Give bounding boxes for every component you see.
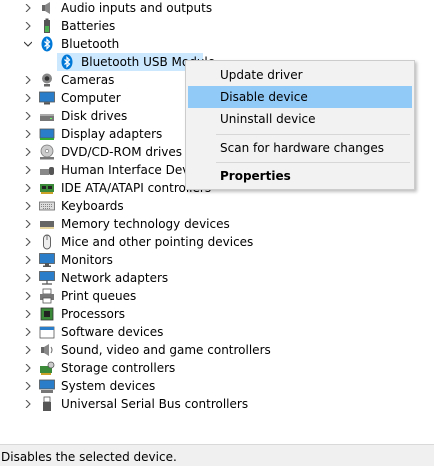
bluetooth-icon bbox=[39, 36, 55, 52]
tree-item-sound-controllers[interactable]: Sound, video and game controllers bbox=[0, 341, 434, 359]
chevron-right-icon[interactable] bbox=[22, 197, 34, 215]
tree-item-keyboards[interactable]: Keyboards bbox=[0, 197, 434, 215]
camera-icon bbox=[39, 72, 55, 88]
tree-item-audio[interactable]: Audio inputs and outputs bbox=[0, 0, 434, 17]
tree-item-label: Memory technology devices bbox=[61, 217, 230, 231]
tree-item-storage-controllers[interactable]: Storage controllers bbox=[0, 359, 434, 377]
context-menu: Update driver Disable device Uninstall d… bbox=[185, 60, 415, 190]
chevron-right-icon[interactable] bbox=[22, 233, 34, 251]
speaker-icon bbox=[39, 0, 55, 16]
software-device-icon bbox=[39, 324, 55, 340]
tree-item-label: Storage controllers bbox=[61, 361, 176, 375]
hid-icon bbox=[39, 162, 55, 178]
tree-item-memory-devices[interactable]: Memory technology devices bbox=[0, 215, 434, 233]
tree-item-label: Software devices bbox=[61, 325, 164, 339]
storage-controller-icon bbox=[39, 360, 55, 376]
chevron-down-icon[interactable] bbox=[22, 35, 34, 53]
tree-item-bluetooth[interactable]: Bluetooth bbox=[0, 35, 434, 53]
tree-item-label: Sound, video and game controllers bbox=[61, 343, 271, 357]
chevron-right-icon[interactable] bbox=[22, 71, 34, 89]
tree-item-label: Audio inputs and outputs bbox=[61, 1, 213, 15]
tree-item-label: Bluetooth bbox=[61, 37, 120, 51]
network-adapter-icon bbox=[39, 270, 55, 286]
tree-item-label: Display adapters bbox=[61, 127, 163, 141]
chevron-right-icon[interactable] bbox=[22, 179, 34, 197]
device-manager-window: Audio inputs and outputs Batteries Bluet… bbox=[0, 0, 434, 466]
status-bar: Disables the selected device. bbox=[0, 444, 434, 466]
chevron-right-icon[interactable] bbox=[22, 305, 34, 323]
bluetooth-icon bbox=[59, 54, 75, 70]
menu-item-update-driver[interactable]: Update driver bbox=[188, 64, 412, 86]
menu-item-disable-device[interactable]: Disable device bbox=[188, 86, 412, 108]
menu-separator bbox=[216, 134, 410, 135]
tree-item-label: Network adapters bbox=[61, 271, 169, 285]
chevron-right-icon[interactable] bbox=[22, 215, 34, 233]
display-adapter-icon bbox=[39, 126, 55, 142]
system-device-icon bbox=[39, 378, 55, 394]
chevron-right-icon[interactable] bbox=[22, 359, 34, 377]
tree-item-label: Computer bbox=[61, 91, 121, 105]
sound-icon bbox=[39, 342, 55, 358]
tree-item-label: Batteries bbox=[61, 19, 116, 33]
tree-item-batteries[interactable]: Batteries bbox=[0, 17, 434, 35]
tree-item-label: Cameras bbox=[61, 73, 115, 87]
menu-item-uninstall-device[interactable]: Uninstall device bbox=[188, 108, 412, 130]
chevron-right-icon[interactable] bbox=[22, 125, 34, 143]
tree-item-system-devices[interactable]: System devices bbox=[0, 377, 434, 395]
chevron-right-icon[interactable] bbox=[22, 107, 34, 125]
tree-item-label: Processors bbox=[61, 307, 126, 321]
chevron-right-icon[interactable] bbox=[22, 341, 34, 359]
chevron-right-icon[interactable] bbox=[22, 251, 34, 269]
status-text: Disables the selected device. bbox=[1, 450, 177, 464]
menu-separator bbox=[216, 162, 410, 163]
chevron-right-icon[interactable] bbox=[22, 323, 34, 341]
tree-item-monitors[interactable]: Monitors bbox=[0, 251, 434, 269]
chevron-right-icon[interactable] bbox=[22, 377, 34, 395]
tree-item-processors[interactable]: Processors bbox=[0, 305, 434, 323]
tree-item-label: Keyboards bbox=[61, 199, 124, 213]
tree-item-label: Universal Serial Bus controllers bbox=[61, 397, 249, 411]
tree-item-network-adapters[interactable]: Network adapters bbox=[0, 269, 434, 287]
tree-item-label: Disk drives bbox=[61, 109, 128, 123]
memory-icon bbox=[39, 216, 55, 232]
tree-item-software-devices[interactable]: Software devices bbox=[0, 323, 434, 341]
monitor-icon bbox=[39, 252, 55, 268]
mouse-icon bbox=[39, 234, 55, 250]
tree-item-label: System devices bbox=[61, 379, 156, 393]
usb-icon bbox=[39, 396, 55, 412]
chevron-right-icon[interactable] bbox=[22, 395, 34, 413]
dvd-drive-icon bbox=[39, 144, 55, 160]
tree-item-label: Mice and other pointing devices bbox=[61, 235, 254, 249]
disk-drive-icon bbox=[39, 108, 55, 124]
tree-item-print-queues[interactable]: Print queues bbox=[0, 287, 434, 305]
chevron-right-icon[interactable] bbox=[22, 0, 34, 17]
tree-item-mice[interactable]: Mice and other pointing devices bbox=[0, 233, 434, 251]
menu-item-scan-hardware[interactable]: Scan for hardware changes bbox=[188, 137, 412, 159]
processor-icon bbox=[39, 306, 55, 322]
chevron-right-icon[interactable] bbox=[22, 17, 34, 35]
tree-item-label: DVD/CD-ROM drives bbox=[61, 145, 183, 159]
keyboard-icon bbox=[39, 198, 55, 214]
ide-controller-icon bbox=[39, 180, 55, 196]
menu-item-properties[interactable]: Properties bbox=[188, 165, 412, 187]
computer-icon bbox=[39, 90, 55, 106]
tree-item-usb-controllers[interactable]: Universal Serial Bus controllers bbox=[0, 395, 434, 413]
chevron-right-icon[interactable] bbox=[22, 269, 34, 287]
chevron-right-icon[interactable] bbox=[22, 287, 34, 305]
tree-item-label: Monitors bbox=[61, 253, 113, 267]
tree-item-label: Print queues bbox=[61, 289, 137, 303]
chevron-right-icon[interactable] bbox=[22, 89, 34, 107]
chevron-right-icon[interactable] bbox=[22, 161, 34, 179]
printer-icon bbox=[39, 288, 55, 304]
chevron-right-icon[interactable] bbox=[22, 143, 34, 161]
battery-icon bbox=[39, 18, 55, 34]
